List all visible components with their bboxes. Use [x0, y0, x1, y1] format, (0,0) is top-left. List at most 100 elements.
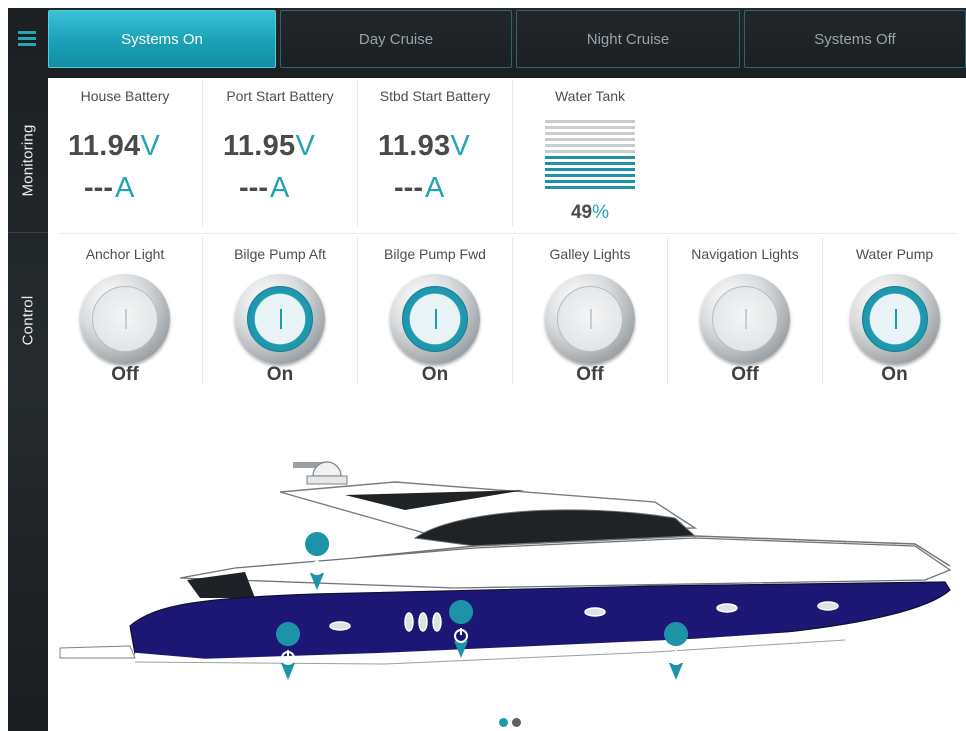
tile-title: Port Start Battery	[226, 88, 334, 104]
tank-level-bar	[545, 168, 635, 171]
control-state: On	[881, 364, 908, 385]
water-tank-tile: Water Tank 49%	[513, 80, 667, 226]
mode-tab-day-cruise[interactable]: Day Cruise	[280, 10, 512, 68]
sidebar-tab-label: Control	[19, 295, 37, 345]
voltage-value: 11.94	[68, 130, 141, 162]
switch-face	[861, 286, 928, 352]
page-indicator	[499, 714, 525, 731]
control-anchor-light: Anchor Light Off	[48, 236, 202, 386]
power-toggle-switch[interactable]	[700, 274, 790, 364]
tile-title: House Battery	[80, 88, 170, 104]
control-bilge-pump-aft: Bilge Pump Aft On	[203, 236, 357, 386]
power-toggle-switch[interactable]	[390, 274, 480, 364]
voltage-unit: V	[140, 130, 161, 162]
tank-level-bar	[545, 150, 635, 153]
mode-tab-systems-off[interactable]: Systems Off	[744, 10, 966, 68]
tank-level-bar	[545, 138, 635, 141]
power-toggle-switch[interactable]	[80, 274, 170, 364]
switch-face	[247, 286, 313, 352]
tank-level-bar	[545, 162, 635, 165]
battery-voltage: 11.93V	[378, 130, 470, 163]
mode-tab-label: Night Cruise	[586, 30, 670, 48]
switch-face	[712, 286, 778, 352]
switch-face	[92, 286, 158, 352]
control-state: On	[266, 364, 294, 385]
top-strip	[0, 0, 966, 8]
power-icon	[590, 309, 592, 329]
tank-level-bar	[545, 144, 635, 147]
control-title: Water Pump	[855, 246, 934, 262]
tank-level-bar	[545, 180, 635, 183]
sidebar-tab-control[interactable]: Control	[8, 260, 48, 380]
tank-level-unit: %	[592, 202, 610, 223]
control-title: Anchor Light	[85, 246, 165, 262]
current-unit: A	[424, 172, 445, 204]
water-tank-level: 49%	[513, 202, 667, 224]
mode-tab-label: Day Cruise	[358, 30, 434, 48]
tank-level-bar	[545, 156, 635, 159]
control-title: Bilge Pump Fwd	[384, 246, 486, 262]
tank-level-bar	[545, 174, 635, 177]
voltage-unit: V	[295, 130, 316, 162]
current-value: ---	[394, 172, 423, 204]
radar-dome	[293, 461, 348, 485]
page-dot-active[interactable]	[499, 718, 508, 727]
battery-current: ---A	[84, 172, 134, 205]
power-icon	[435, 309, 437, 329]
current-unit: A	[269, 172, 290, 204]
control-navigation-lights: Navigation Lights Off	[668, 236, 822, 386]
power-icon	[894, 309, 897, 329]
battery-voltage: 11.95V	[223, 130, 315, 163]
switch-face	[557, 286, 623, 352]
control-bilge-pump-fwd: Bilge Pump Fwd On	[358, 236, 512, 386]
control-state: Off	[576, 364, 604, 385]
sidebar-divider	[8, 232, 48, 233]
hamburger-menu-icon[interactable]	[18, 31, 36, 47]
page-dot[interactable]	[512, 718, 521, 727]
tank-level-bar	[545, 126, 635, 129]
battery-current: ---A	[394, 172, 444, 205]
mode-tab-label: Systems On	[121, 30, 203, 48]
mode-tab-systems-on[interactable]: Systems On	[48, 10, 276, 68]
stbd-start-battery-tile: Stbd Start Battery 11.93V ---A	[358, 80, 512, 226]
power-toggle-switch[interactable]	[235, 274, 325, 364]
voltage-value: 11.95	[223, 130, 296, 162]
mode-tab-label: Systems Off	[814, 30, 896, 48]
yacht-illustration	[59, 461, 952, 680]
tank-level-bar	[545, 132, 635, 135]
tank-level-bar	[545, 186, 635, 189]
current-value: ---	[84, 172, 113, 204]
power-icon	[280, 309, 282, 329]
current-value: ---	[239, 172, 268, 204]
power-icon	[125, 309, 127, 329]
sidebar-tab-label: Monitoring	[19, 123, 37, 197]
swim-platform	[59, 645, 136, 659]
voltage-value: 11.93	[378, 130, 451, 162]
main-deck	[179, 537, 952, 589]
control-state: Off	[731, 364, 759, 385]
sidebar-tab-monitoring[interactable]: Monitoring	[8, 100, 48, 220]
tank-level-value: 49	[570, 202, 593, 223]
tile-title: Stbd Start Battery	[379, 88, 491, 104]
battery-voltage: 11.94V	[68, 130, 160, 163]
control-title: Galley Lights	[549, 246, 631, 262]
port-start-battery-tile: Port Start Battery 11.95V ---A	[203, 80, 357, 226]
tank-level-bar	[545, 120, 635, 123]
voltage-unit: V	[450, 130, 471, 162]
control-title: Bilge Pump Aft	[234, 246, 326, 262]
mode-tab-night-cruise[interactable]: Night Cruise	[516, 10, 740, 68]
control-galley-lights: Galley Lights Off	[513, 236, 667, 386]
power-toggle-switch[interactable]	[545, 274, 635, 364]
control-state: On	[421, 364, 449, 385]
battery-current: ---A	[239, 172, 289, 205]
control-state: Off	[111, 364, 139, 385]
power-toggle-switch[interactable]	[849, 274, 940, 364]
control-title: Navigation Lights	[691, 246, 799, 262]
tile-title: Water Tank	[554, 88, 626, 104]
power-icon	[745, 309, 747, 329]
control-water-pump: Water Pump On	[823, 236, 966, 386]
switch-face	[402, 286, 468, 352]
water-tank-gauge	[545, 120, 635, 192]
current-unit: A	[114, 172, 135, 204]
house-battery-tile: House Battery 11.94V ---A	[48, 80, 202, 226]
